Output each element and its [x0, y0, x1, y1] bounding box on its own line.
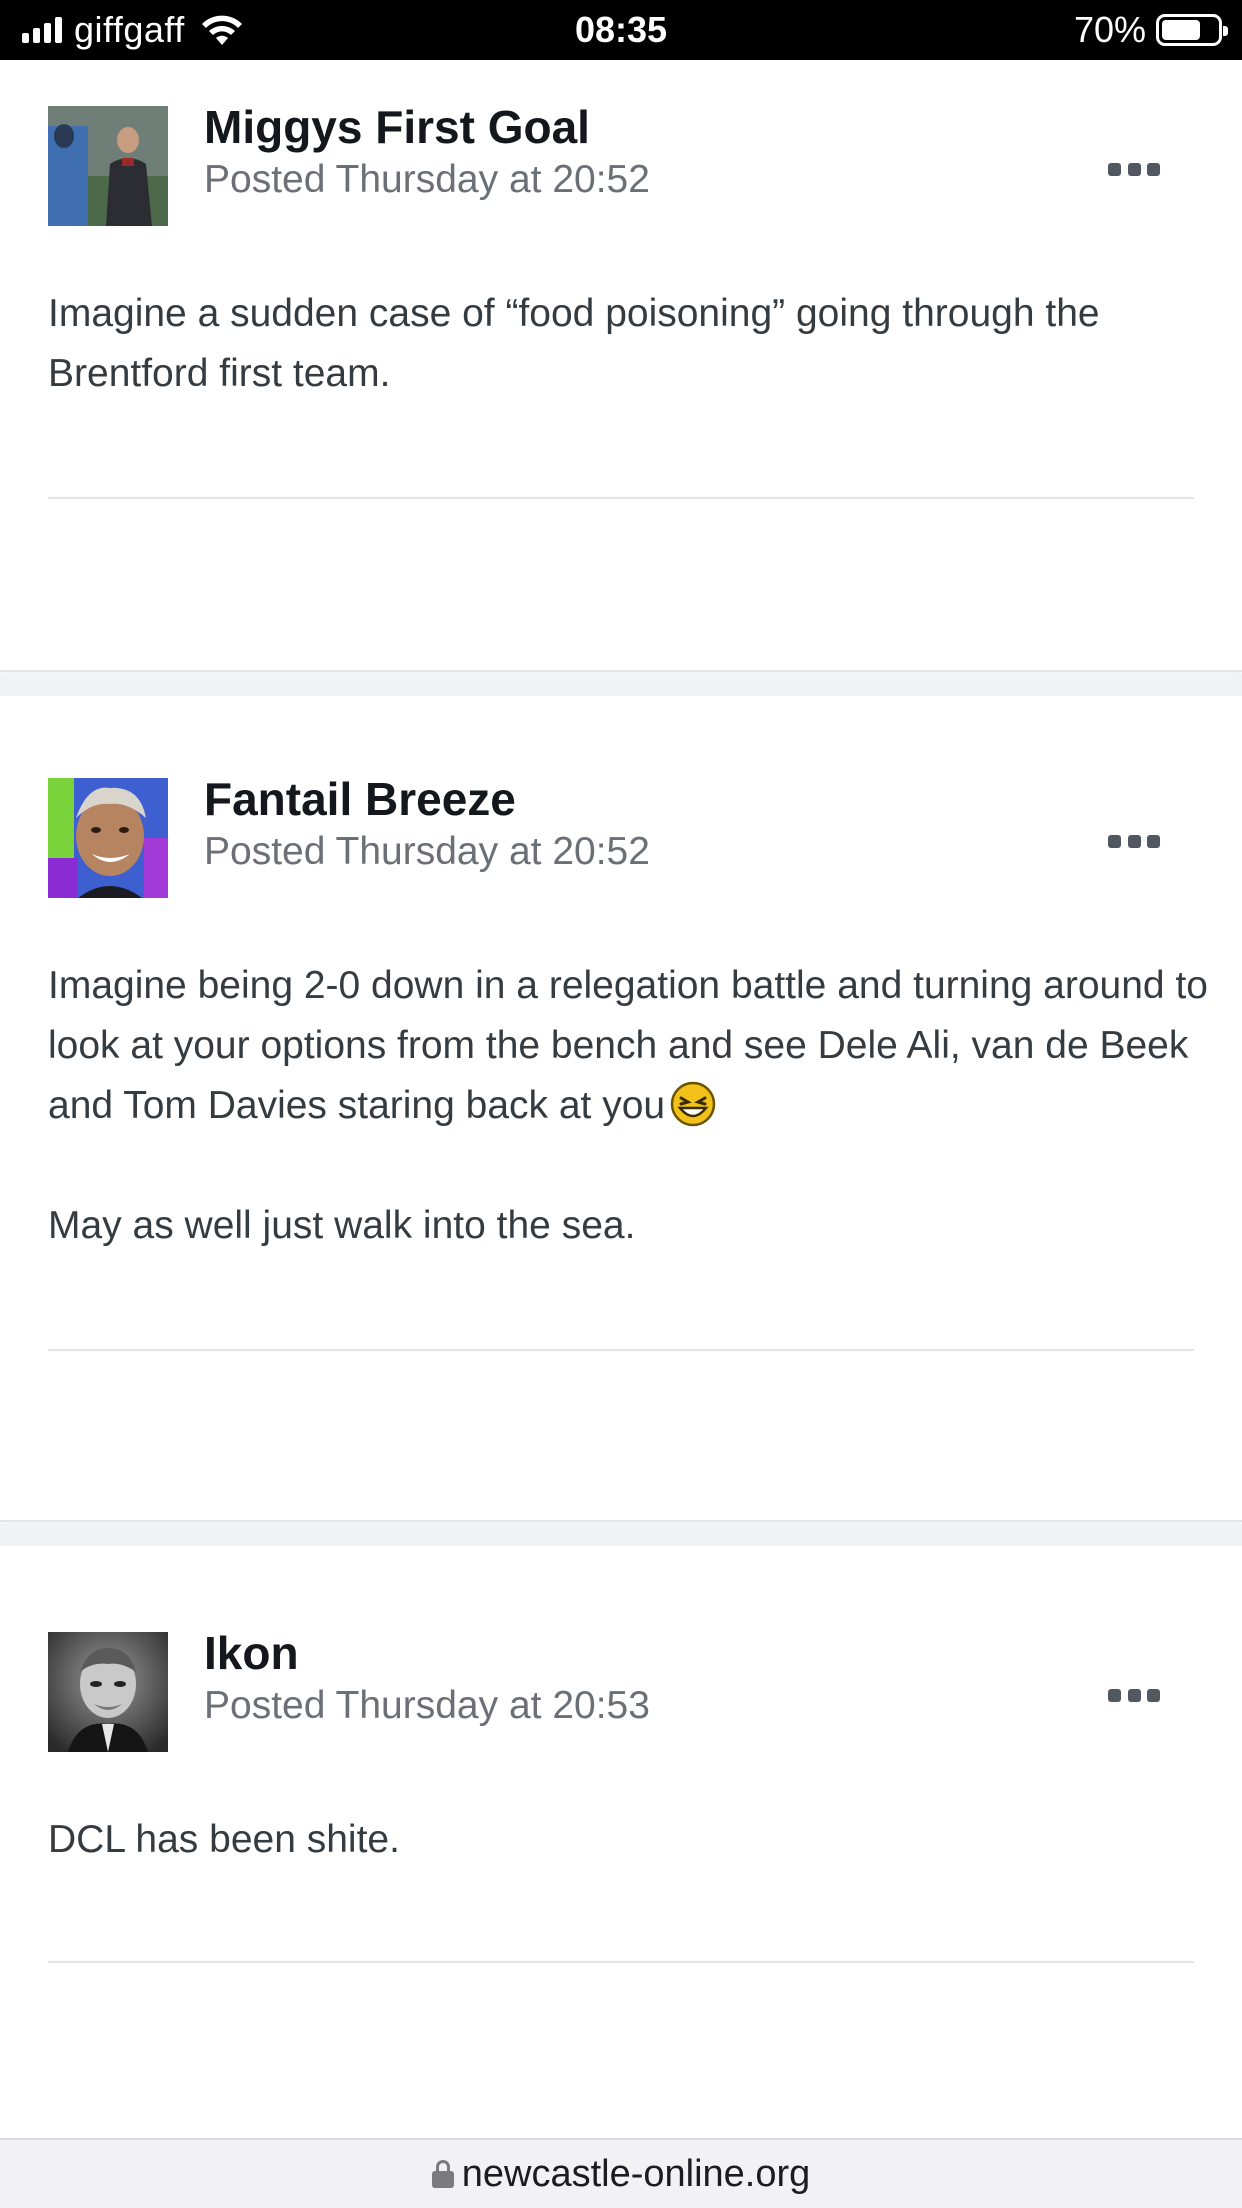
- post-separator: [0, 1524, 1242, 1546]
- post-paragraph: May as well just walk into the sea.: [48, 1204, 636, 1247]
- battery-icon: [1156, 14, 1228, 46]
- post-separator: [0, 674, 1242, 696]
- status-time: 08:35: [574, 9, 668, 50]
- battery-nub: [1223, 26, 1228, 36]
- post-timestamp: Posted Thursday at 20:52: [204, 158, 650, 201]
- avatar[interactable]: [48, 1632, 168, 1752]
- post-paragraph: Imagine being 2-0 down in a relegation b…: [48, 956, 1208, 1136]
- post-body: Imagine being 2-0 down in a relegation b…: [48, 956, 1208, 1256]
- lock-icon: [431, 2160, 454, 2188]
- url-bar[interactable]: newcastle-online.org: [0, 2138, 1242, 2208]
- post-timestamp: Posted Thursday at 20:52: [204, 830, 650, 873]
- status-bar: giffgaff 08:35 70%: [0, 0, 1242, 60]
- laughing-emoji-icon: [670, 1081, 716, 1127]
- avatar-image: [48, 1632, 168, 1752]
- avatar-image: [48, 106, 168, 226]
- avatar[interactable]: [48, 106, 168, 226]
- post-divider: [48, 497, 1194, 499]
- post-card: Fantail Breeze Posted Thursday at 20:52 …: [0, 696, 1242, 1522]
- post-card: Miggys First Goal Posted Thursday at 20:…: [0, 60, 1242, 672]
- post-paragraph: DCL has been shite.: [48, 1818, 400, 1861]
- url-text[interactable]: newcastle-online.org: [462, 2153, 811, 2196]
- more-options-button[interactable]: [1108, 1684, 1160, 1706]
- post-divider: [48, 1349, 1194, 1351]
- post-body: DCL has been shite.: [48, 1810, 1208, 1870]
- post-paragraph: Imagine a sudden case of “food poisoning…: [48, 292, 1100, 395]
- more-options-button[interactable]: [1108, 158, 1160, 180]
- avatar[interactable]: [48, 778, 168, 898]
- more-options-button[interactable]: [1108, 830, 1160, 852]
- author-name[interactable]: Fantail Breeze: [204, 772, 516, 826]
- battery-percent: 70%: [1073, 9, 1146, 50]
- post-divider: [48, 1961, 1194, 1963]
- status-right: 70%: [1073, 9, 1228, 50]
- post-timestamp: Posted Thursday at 20:53: [204, 1684, 650, 1727]
- avatar-image: [48, 778, 168, 898]
- post-body: Imagine a sudden case of “food poisoning…: [48, 284, 1208, 404]
- battery-fill: [1162, 20, 1200, 40]
- post-card: Ikon Posted Thursday at 20:53 DCL has be…: [0, 1546, 1242, 2138]
- author-name[interactable]: Miggys First Goal: [204, 100, 590, 154]
- post-paragraph-text: Imagine being 2-0 down in a relegation b…: [48, 964, 1208, 1127]
- author-name[interactable]: Ikon: [204, 1626, 299, 1680]
